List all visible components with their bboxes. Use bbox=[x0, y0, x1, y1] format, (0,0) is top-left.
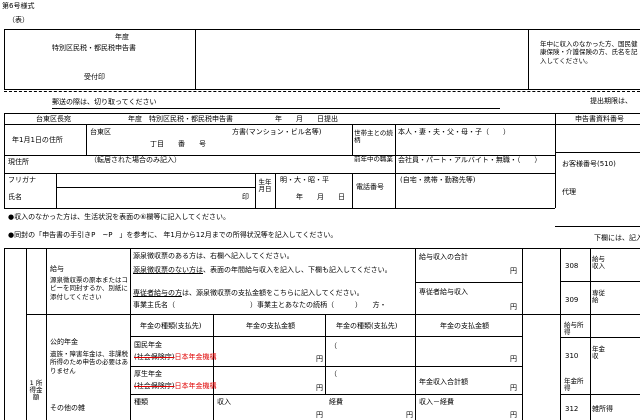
code-308-label: 給与収入 bbox=[592, 255, 605, 271]
welfare-red: 日本年金機構 bbox=[174, 382, 217, 390]
welfare-pension-payer: (社会保険庁)日本年金機構 bbox=[134, 382, 216, 390]
pension-note: 遺族・障害年金は、非課税所得のため申告の必要はありません bbox=[50, 350, 128, 375]
relation-options[interactable]: 本人・妻・夫・父・母・子（ ） bbox=[398, 128, 548, 136]
paren-open-b: （ bbox=[330, 370, 337, 378]
employer-relation: ）事業主とあなたの続柄（ ） 方・ bbox=[250, 301, 387, 309]
salary-line3: 専従者給与の方は、源泉徴収票の支払金額をこちらに記入してください。 bbox=[133, 289, 364, 297]
era-options[interactable]: 明・大・昭・平 bbox=[280, 176, 329, 184]
note-guide: ●同封の「申告書の手引きP ~P 」を参考に、 年1月から12月までの所得状況等… bbox=[8, 231, 338, 239]
note-no-income: ●収入のなかった方は、生活状況を表面の⑥欄等に記入してください。 bbox=[8, 213, 230, 221]
other-col4: 収入－経費 bbox=[419, 398, 454, 406]
national-red: 日本年金機構 bbox=[174, 353, 217, 361]
submit-line: 年度 特別区民税・都民税申告書 年 月 日提出 bbox=[128, 115, 338, 123]
family-salary-yen: 円 bbox=[510, 303, 517, 311]
other-yen-a: 円 bbox=[316, 411, 323, 419]
birth-date[interactable]: 年 月 日 bbox=[296, 193, 345, 201]
salary-line3-under: 専従者給与の方 bbox=[133, 289, 182, 297]
householder-label: 世帯主との続柄 bbox=[354, 129, 393, 145]
pension-title: 公的年金 bbox=[50, 338, 78, 346]
building-label: 方書(マンション・ビル名等) bbox=[232, 128, 322, 136]
code-312-label: 雑所得 bbox=[592, 405, 613, 413]
pension-col4: 年金の支払金額 bbox=[440, 322, 489, 330]
national-strike: (社会保険庁) bbox=[134, 353, 175, 361]
current-address-label: 現住所 bbox=[8, 158, 29, 166]
salary-line2-under: 源泉徴収票のない方は bbox=[133, 266, 203, 274]
welfare-strike: (社会保険庁) bbox=[134, 382, 175, 390]
ward-head: 台東区長宛 bbox=[36, 115, 71, 123]
pension-income-code: 年金所得 bbox=[564, 377, 584, 393]
code-309: 309 bbox=[565, 296, 579, 304]
salary-line2-rest: 、表面の年間給与収入を記入し、下欄も記入してください。 bbox=[203, 266, 392, 274]
phone-field[interactable] bbox=[398, 186, 550, 206]
pension-col2: 年金の支払金額 bbox=[246, 322, 295, 330]
code-309-label: 専従給 bbox=[592, 289, 605, 305]
salary-income-code: 給与所得 bbox=[564, 321, 584, 337]
no-income-note: 年中に収入のなかった方、国民健康保険・介護保険の方、氏名を記入してください。 bbox=[540, 40, 638, 65]
chome-label: 丁目 番 号 bbox=[150, 140, 206, 148]
current-address-note: （転居された場合のみ記入） bbox=[90, 156, 181, 164]
national-yen: 円 bbox=[316, 355, 323, 363]
doc-number-field[interactable] bbox=[560, 124, 640, 152]
account-number-label: お客様番号(510) bbox=[562, 160, 616, 168]
side-label: （表） bbox=[8, 16, 29, 24]
furigana-field[interactable] bbox=[60, 174, 252, 186]
national-pension: 国民年金 bbox=[134, 341, 162, 349]
other-col2: 収入 bbox=[217, 398, 231, 406]
name-label: 氏名 bbox=[8, 193, 22, 201]
paren-open-a: （ bbox=[330, 342, 337, 350]
income-side-label: 1 所得金額 bbox=[29, 379, 43, 402]
national-pension-payer: (社会保険庁)日本年金機構 bbox=[134, 353, 216, 361]
lower-note: 下欄には、記入しな bbox=[594, 234, 640, 242]
name-field[interactable] bbox=[60, 188, 240, 207]
pension-col1: 年金の種類(支払先) bbox=[140, 322, 202, 330]
form-number: 第6号様式 bbox=[2, 2, 35, 10]
form-title: 特別区民税・都民税申告書 bbox=[52, 44, 136, 52]
code-310-label: 年金収 bbox=[592, 345, 605, 361]
jan1-address-label: 年1月1日の住所 bbox=[12, 136, 63, 144]
other-yen-c: 円 bbox=[510, 411, 517, 419]
salary-total-yen: 円 bbox=[510, 267, 517, 275]
other-title: その他の雑 bbox=[50, 404, 85, 412]
employer-label: 事業主氏名（ bbox=[133, 301, 175, 309]
previous-job-label: 前年中の職業 bbox=[354, 155, 393, 163]
receipt-stamp: 受付印 bbox=[84, 73, 105, 81]
welfare-pension: 厚生年金 bbox=[134, 370, 162, 378]
salary-left-note: 源泉徴収票の原本またはコピーを同封するか、別紙に添付してください bbox=[50, 276, 128, 301]
salary-total-label: 給与収入の合計 bbox=[419, 253, 468, 261]
salary-line3-rest: は、源泉徴収票の支払金額をこちらに記入してください。 bbox=[182, 289, 364, 297]
pension-yen-b: 円 bbox=[510, 355, 517, 363]
salary-title: 給与 bbox=[50, 265, 64, 273]
pension-total-label: 年金収入合計額 bbox=[419, 378, 468, 386]
job-options[interactable]: 会社員・パート・アルバイト・無職・（ ） bbox=[398, 156, 548, 164]
other-col1: 種類 bbox=[134, 398, 148, 406]
phone-note: (自宅・携帯・勤務先等) bbox=[400, 176, 476, 184]
code-310: 310 bbox=[565, 352, 579, 360]
pension-col3: 年金の種類(支払先) bbox=[336, 322, 398, 330]
submit-deadline: 提出期限は、 bbox=[590, 97, 632, 105]
year-label: 年度 bbox=[115, 33, 129, 41]
doc-number-label: 申告書資料番号 bbox=[575, 115, 624, 123]
furigana-label: フリガナ bbox=[8, 176, 36, 184]
seal-mark: 印 bbox=[242, 193, 249, 201]
salary-line1: 源泉徴収票のある方は、右欄へ記入してください。 bbox=[133, 252, 294, 260]
phone-label: 電話番号 bbox=[356, 183, 384, 191]
ward-name: 台東区 bbox=[90, 128, 111, 136]
code-312: 312 bbox=[565, 405, 579, 413]
birth-label: 生年月日 bbox=[258, 178, 272, 194]
welfare-yen: 円 bbox=[316, 384, 323, 392]
other-yen-b: 円 bbox=[406, 411, 413, 419]
agent-label: 代理 bbox=[562, 188, 576, 196]
family-salary-label: 専従者給与収入 bbox=[419, 288, 468, 296]
other-col3: 経費 bbox=[329, 398, 343, 406]
salary-line2: 源泉徴収票のない方は、表面の年間給与収入を記入し、下欄も記入してください。 bbox=[133, 266, 392, 274]
pension-total-yen: 円 bbox=[510, 384, 517, 392]
code-308: 308 bbox=[565, 262, 579, 270]
postmark-note: 郵送の際は、切り取ってください bbox=[52, 98, 157, 106]
